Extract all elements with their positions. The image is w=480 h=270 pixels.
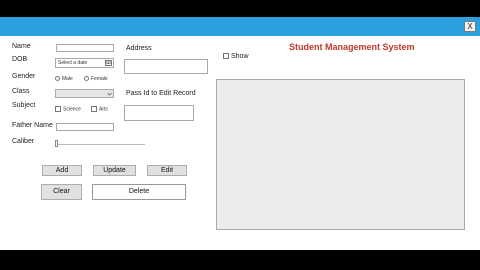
- dob-placeholder: Select a date: [58, 60, 88, 66]
- subject-arts-checkbox[interactable]: Arts: [91, 106, 108, 112]
- gender-female-radio[interactable]: Female: [84, 76, 108, 82]
- checkbox-icon: [223, 53, 229, 60]
- address-input[interactable]: [124, 59, 208, 74]
- gender-male-radio[interactable]: Male: [55, 76, 73, 82]
- subject-arts-label: Arts: [99, 106, 108, 113]
- title-bar: [0, 17, 480, 36]
- caliber-label: Caliber: [12, 138, 35, 145]
- clear-button[interactable]: Clear: [41, 184, 82, 200]
- update-button[interactable]: Update: [93, 165, 136, 176]
- slider-track: [55, 144, 145, 145]
- address-label: Address: [126, 45, 152, 52]
- main-window: X Name DOB Select a date Gender Male Fem…: [0, 17, 480, 250]
- pass-id-label: Pass Id to Edit Record: [126, 90, 196, 97]
- app-title: Student Management System: [289, 42, 415, 52]
- subject-science-checkbox[interactable]: Science: [55, 106, 81, 112]
- slider-thumb[interactable]: [55, 140, 58, 147]
- father-name-label: Father Name: [12, 122, 53, 129]
- subject-label: Subject: [12, 102, 36, 109]
- caliber-slider[interactable]: [55, 140, 145, 148]
- father-name-input[interactable]: [56, 123, 114, 131]
- gender-label: Gender: [12, 73, 36, 80]
- name-label: Name: [12, 43, 31, 50]
- class-dropdown[interactable]: [55, 89, 114, 98]
- dob-datepicker[interactable]: Select a date: [55, 58, 114, 68]
- dob-label: DOB: [12, 56, 28, 63]
- pass-id-input[interactable]: [124, 105, 194, 121]
- name-input[interactable]: [56, 44, 114, 52]
- chevron-down-icon: [107, 92, 112, 96]
- gender-female-label: Female: [91, 76, 108, 82]
- radio-circle-icon: [84, 76, 89, 82]
- calendar-icon[interactable]: [105, 60, 112, 66]
- add-button[interactable]: Add: [42, 165, 82, 176]
- delete-button[interactable]: Delete: [92, 184, 186, 200]
- checkbox-icon: [55, 106, 61, 112]
- radio-circle-icon: [55, 76, 60, 82]
- edit-button[interactable]: Edit: [147, 165, 187, 176]
- class-label: Class: [12, 88, 30, 95]
- records-grid[interactable]: [216, 79, 465, 230]
- subject-science-label: Science: [63, 106, 81, 113]
- checkbox-icon: [91, 106, 97, 112]
- show-label: Show: [231, 53, 249, 60]
- show-checkbox[interactable]: Show: [223, 53, 249, 60]
- close-button[interactable]: X: [464, 21, 476, 32]
- gender-male-label: Male: [62, 76, 73, 82]
